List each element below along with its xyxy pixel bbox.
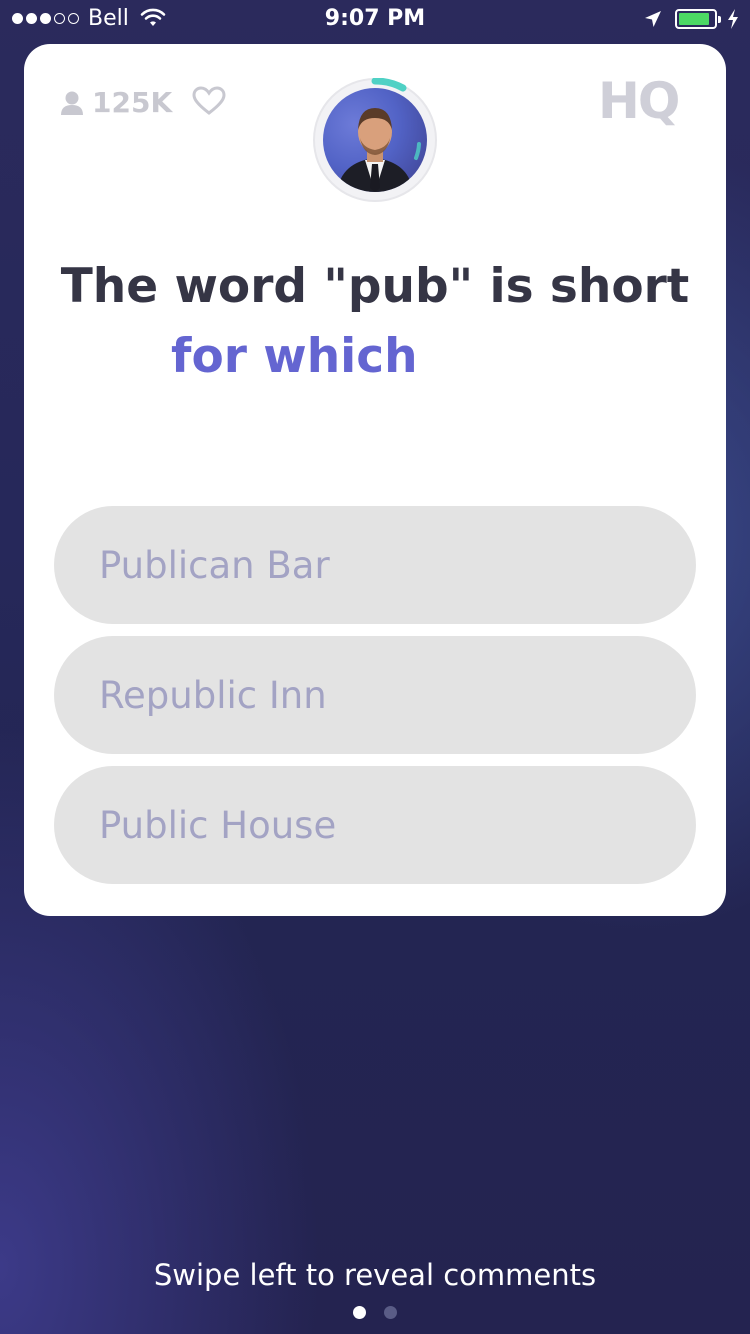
- hq-logo: HQ: [598, 72, 680, 130]
- answer-option-1[interactable]: Publican Bar: [54, 506, 696, 624]
- question-text-line-2: for which: [171, 329, 418, 384]
- page-dot-2[interactable]: [384, 1306, 397, 1319]
- viewer-count-label: 125K: [92, 86, 173, 119]
- page-indicator[interactable]: [0, 1306, 750, 1319]
- viewer-count: 125K: [60, 86, 172, 119]
- page-dot-1[interactable]: [353, 1306, 366, 1319]
- clock-time: 9:07 PM: [324, 6, 426, 31]
- timer-ring: [371, 78, 421, 160]
- question-card: 125K HQ The word "pub" is short for whic…: [24, 44, 726, 916]
- answer-label: Public House: [99, 803, 337, 847]
- person-icon: [61, 91, 83, 115]
- swipe-hint: Swipe left to reveal comments: [153, 1258, 597, 1292]
- charging-bolt-icon: [728, 9, 738, 29]
- status-bar: Bell 9:07 PM: [0, 0, 750, 40]
- answer-label: Publican Bar: [99, 543, 330, 587]
- answer-option-2[interactable]: Republic Inn: [54, 636, 696, 754]
- host-avatar: [313, 78, 437, 202]
- location-arrow-icon: [645, 11, 661, 27]
- answer-option-3[interactable]: Public House: [54, 766, 696, 884]
- answer-label: Republic Inn: [99, 673, 327, 717]
- heart-icon[interactable]: [192, 86, 226, 116]
- question-text-line-1: The word "pub" is short: [60, 259, 690, 314]
- battery-icon: [675, 9, 721, 29]
